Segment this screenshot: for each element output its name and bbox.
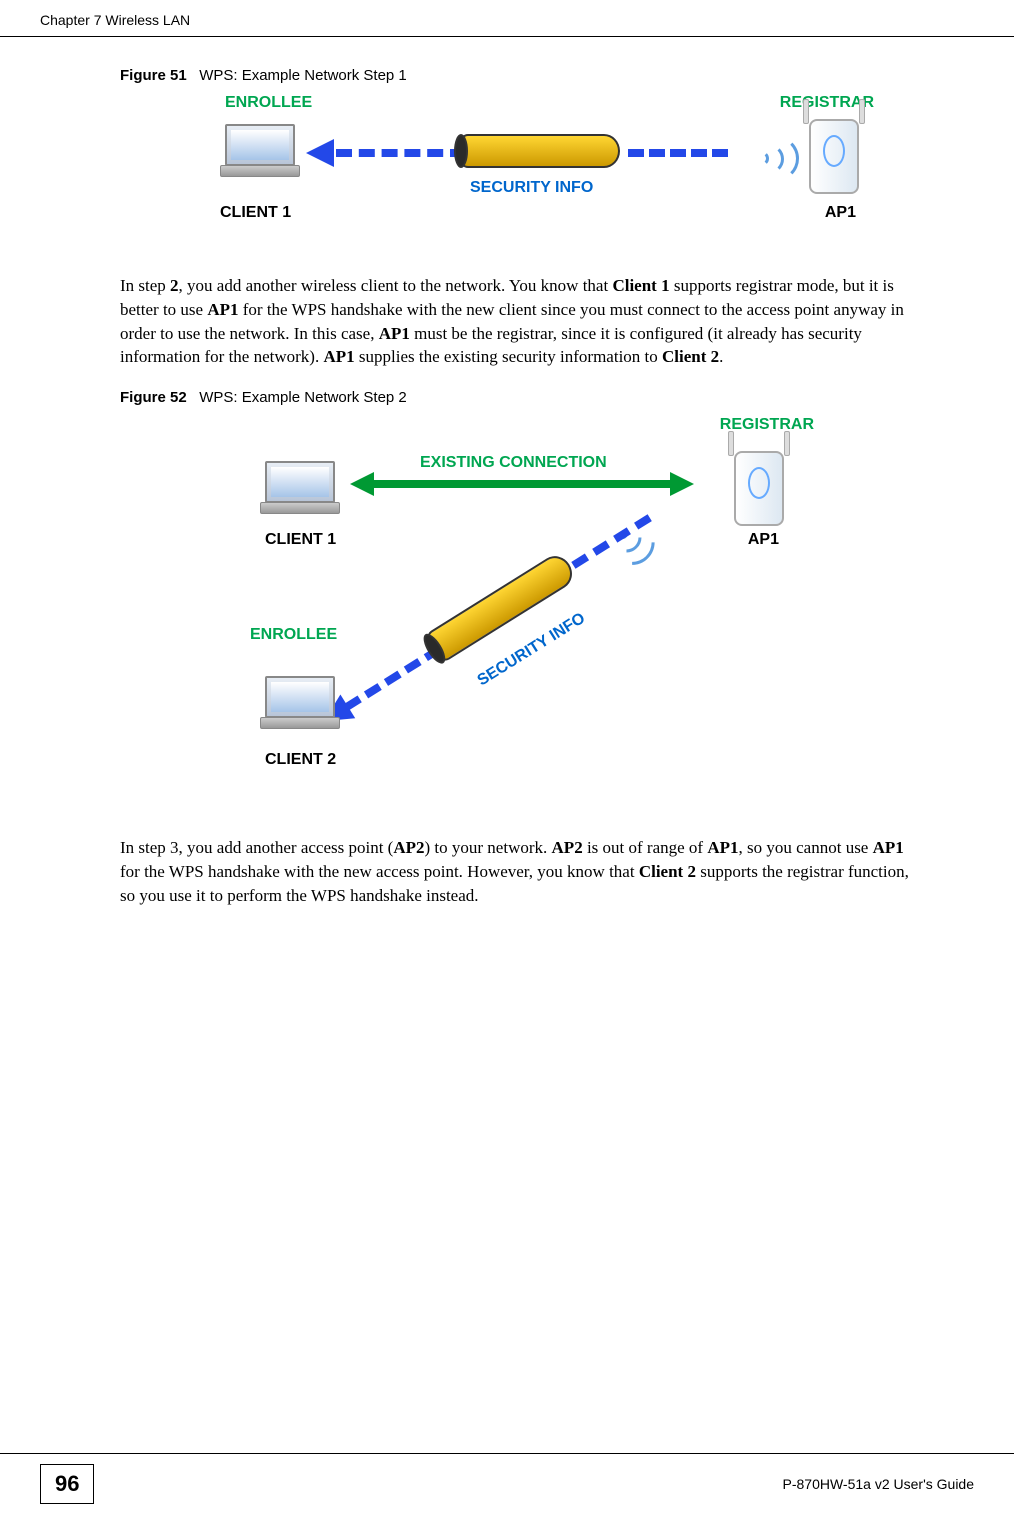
figure-number: Figure 52 xyxy=(120,389,187,406)
enrollee-label: ENROLLEE xyxy=(250,626,337,644)
figure-51-diagram: ENROLLEE REGISTRAR SECURITY INFO CLIENT … xyxy=(120,94,914,254)
connection-line xyxy=(372,480,672,488)
arrow-icon xyxy=(350,472,374,496)
client1-label: CLIENT 1 xyxy=(220,204,291,222)
enrollee-label: ENROLLEE xyxy=(225,94,312,112)
guide-name: P-870HW-51a v2 User's Guide xyxy=(783,1476,975,1492)
security-info-label: SECURITY INFO xyxy=(470,179,593,197)
page-header: Chapter 7 Wireless LAN xyxy=(0,0,1014,37)
body-paragraph-1: In step 2, you add another wireless clie… xyxy=(120,274,914,369)
page-number: 96 xyxy=(40,1464,94,1504)
page-footer: 96 P-870HW-51a v2 User's Guide xyxy=(0,1453,1014,1504)
arrow-icon xyxy=(306,139,334,167)
ap1-label: AP1 xyxy=(825,204,856,222)
laptop-icon xyxy=(260,676,340,731)
wireless-signal-icon xyxy=(754,134,794,184)
figure-number: Figure 51 xyxy=(120,67,187,84)
figure-52-diagram: REGISTRAR EXISTING CONNECTION CLIENT 1 A… xyxy=(120,416,914,816)
figure-title: WPS: Example Network Step 1 xyxy=(199,67,407,84)
access-point-icon xyxy=(724,441,794,526)
body-paragraph-2: In step 3, you add another access point … xyxy=(120,836,914,907)
arrow-icon xyxy=(670,472,694,496)
client1-label: CLIENT 1 xyxy=(265,531,336,549)
figure-title: WPS: Example Network Step 2 xyxy=(199,389,407,406)
client2-label: CLIENT 2 xyxy=(265,751,336,769)
existing-connection-label: EXISTING CONNECTION xyxy=(420,454,607,472)
security-tunnel-icon xyxy=(460,134,620,168)
page-content: Figure 51 WPS: Example Network Step 1 EN… xyxy=(0,37,1014,908)
chapter-title: Chapter 7 Wireless LAN xyxy=(40,12,190,28)
figure-51-caption: Figure 51 WPS: Example Network Step 1 xyxy=(120,67,914,84)
laptop-icon xyxy=(260,461,340,516)
access-point-icon xyxy=(799,109,869,194)
laptop-icon xyxy=(220,124,300,179)
dashed-connector xyxy=(336,149,466,157)
figure-52-caption: Figure 52 WPS: Example Network Step 2 xyxy=(120,389,914,406)
dashed-connector xyxy=(628,149,728,157)
ap1-label: AP1 xyxy=(748,531,779,549)
